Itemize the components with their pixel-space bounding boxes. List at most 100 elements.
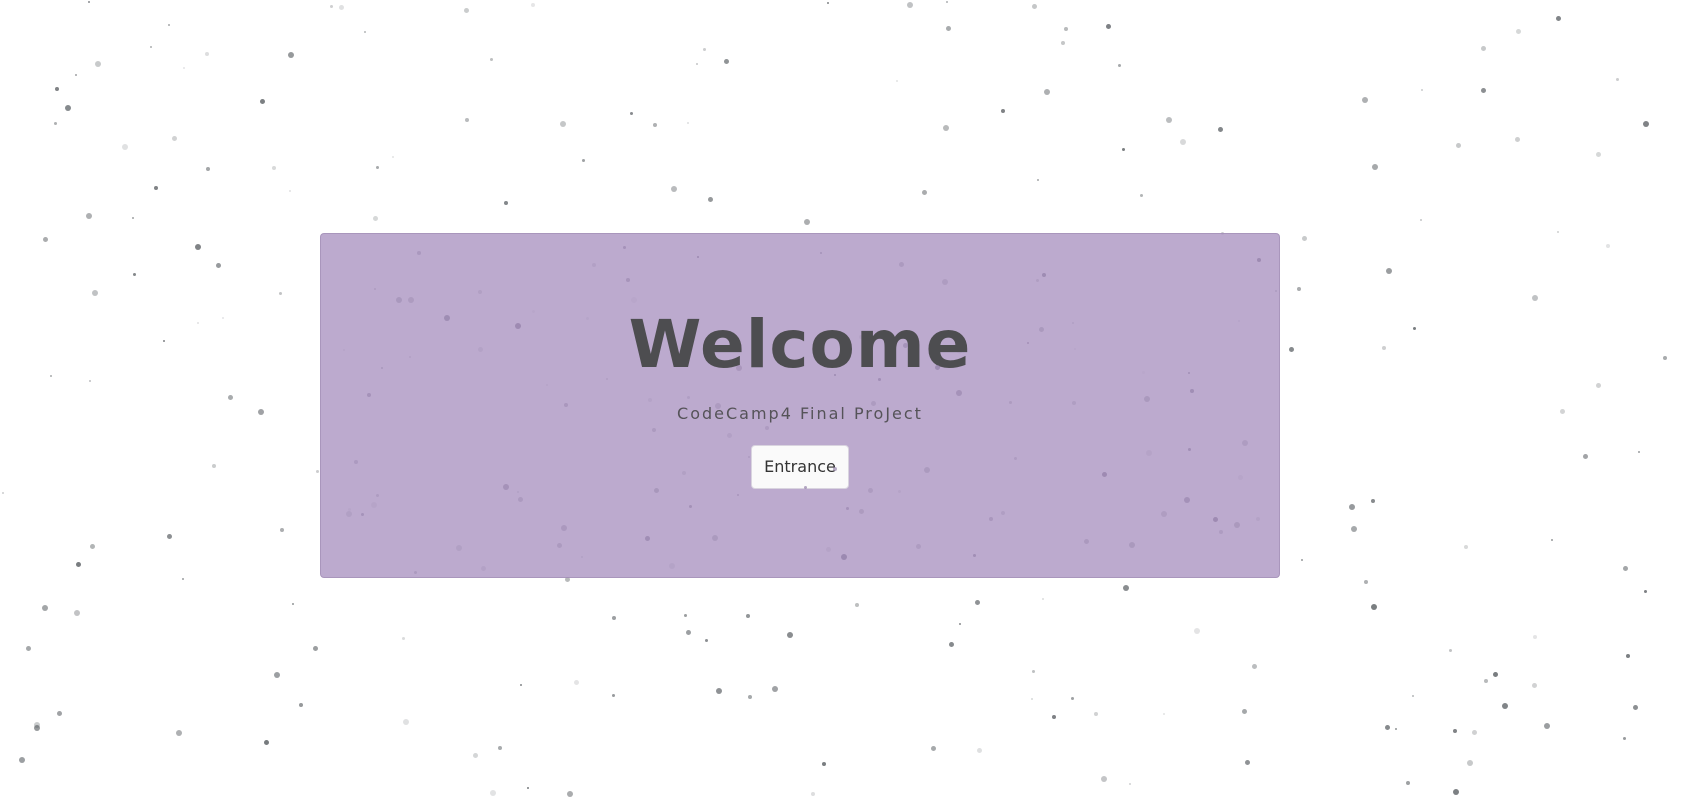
particle-dot [339, 5, 344, 10]
particle-dot [1101, 776, 1107, 782]
particle-dot [1557, 231, 1559, 233]
particle-dot [1467, 760, 1473, 766]
particle-dot [703, 48, 706, 51]
particle-dot [1449, 649, 1452, 652]
particle-dot [1289, 347, 1294, 352]
particle-dot [260, 99, 265, 104]
particle-dot [504, 201, 508, 205]
particle-dot [1001, 109, 1005, 113]
particle-dot [1633, 705, 1638, 710]
particle-dot [977, 748, 982, 753]
particle-dot [313, 646, 318, 651]
particle-dot [1052, 715, 1056, 719]
particle-dot [1061, 41, 1065, 45]
particle-dot [1386, 268, 1392, 274]
particle-dot [1297, 287, 1301, 291]
particle-dot [822, 762, 826, 766]
particle-dot [724, 59, 729, 64]
particle-dot [687, 122, 689, 124]
particle-dot [402, 637, 405, 640]
particle-dot [1242, 709, 1247, 714]
landing-page: Welcome CodeCamp4 Final ProJect Entrance [0, 0, 1693, 801]
particle-dot [1638, 451, 1640, 453]
particle-dot [280, 528, 284, 532]
particle-dot [1453, 729, 1457, 733]
particle-dot [1502, 703, 1508, 709]
particle-dot [520, 684, 522, 686]
particle-dot [75, 74, 77, 76]
particle-dot [132, 217, 134, 219]
particle-dot [653, 123, 657, 127]
particle-dot [216, 263, 221, 268]
particle-dot [163, 340, 165, 342]
particle-dot [1301, 559, 1303, 561]
particle-dot [787, 632, 793, 638]
particle-dot [1106, 24, 1111, 29]
particle-dot [1544, 723, 1550, 729]
particle-dot [1516, 29, 1521, 34]
particle-dot [1118, 64, 1121, 67]
particle-dot [1031, 698, 1033, 700]
particle-dot [1532, 295, 1538, 301]
particle-dot [76, 562, 81, 567]
particle-dot [1385, 725, 1390, 730]
particle-dot [176, 730, 182, 736]
particle-dot [1372, 164, 1378, 170]
particle-dot [1245, 760, 1250, 765]
particle-dot [212, 464, 216, 468]
particle-dot [612, 616, 616, 620]
particle-dot [258, 409, 264, 415]
particle-dot [1406, 781, 1410, 785]
page-subtitle: CodeCamp4 Final ProJect [677, 404, 923, 423]
particle-dot [716, 688, 722, 694]
particle-dot [943, 125, 949, 131]
particle-dot [1166, 117, 1172, 123]
particle-dot [1252, 664, 1257, 669]
particle-dot [55, 87, 59, 91]
particle-dot [922, 190, 927, 195]
particle-dot [299, 703, 303, 707]
particle-dot [1493, 672, 1498, 677]
particle-dot [1395, 728, 1397, 730]
particle-dot [1596, 383, 1601, 388]
particle-dot [671, 186, 677, 192]
particle-dot [90, 544, 95, 549]
particle-dot [168, 24, 170, 26]
particle-dot [686, 630, 691, 635]
particle-dot [1382, 346, 1386, 350]
particle-dot [684, 614, 687, 617]
particle-dot [172, 136, 177, 141]
particle-dot [274, 672, 280, 678]
particle-dot [1194, 628, 1200, 634]
particle-dot [748, 695, 752, 699]
particle-dot [122, 144, 128, 150]
particle-dot [696, 63, 698, 65]
particle-dot [26, 646, 31, 651]
particle-dot [1163, 713, 1165, 715]
particle-dot [43, 237, 48, 242]
particle-dot [1180, 139, 1186, 145]
particle-dot [1663, 356, 1667, 360]
particle-dot [560, 121, 566, 127]
particle-dot [89, 380, 91, 382]
particle-dot [582, 159, 585, 162]
particle-dot [949, 642, 954, 647]
particle-dot [364, 31, 366, 33]
particle-dot [1032, 670, 1035, 673]
particle-dot [1362, 97, 1368, 103]
particle-dot [1349, 504, 1355, 510]
entrance-button[interactable]: Entrance [751, 445, 849, 489]
particle-dot [1413, 327, 1416, 330]
particle-dot [330, 5, 333, 8]
particle-dot [811, 792, 815, 796]
particle-dot [154, 186, 158, 190]
particle-dot [1042, 598, 1044, 600]
particle-dot [133, 273, 136, 276]
particle-dot [222, 317, 224, 319]
particle-dot [54, 122, 57, 125]
particle-dot [772, 686, 778, 692]
particle-dot [490, 790, 496, 796]
page-title: Welcome [628, 306, 972, 383]
particle-dot [272, 166, 276, 170]
particle-dot [1481, 46, 1486, 51]
